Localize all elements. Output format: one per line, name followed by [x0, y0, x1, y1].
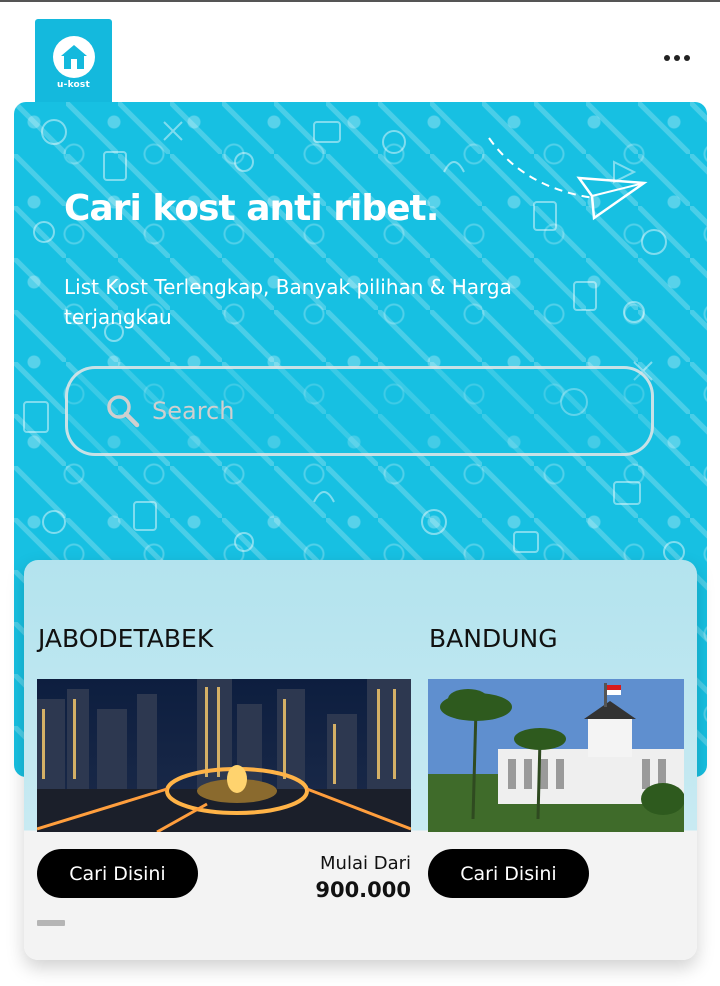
carousel-indicator[interactable]: [37, 920, 65, 926]
cari-disini-button[interactable]: Cari Disini: [37, 849, 198, 898]
logo-text: u-kost: [57, 80, 90, 90]
price-value: 900.000: [315, 878, 411, 902]
price-label: Mulai Dari: [320, 853, 411, 874]
hero-title: Cari kost anti ribet.: [64, 188, 439, 229]
house-icon: [52, 36, 95, 78]
city-name: BANDUNG: [429, 624, 558, 653]
paper-plane-icon: [488, 137, 648, 221]
city-carousel: JABODETABEK Cari Disini Mulai Dari 900.0…: [24, 560, 697, 960]
jakarta-night-roundabout-photo[interactable]: [37, 679, 411, 832]
hero-subtitle: List Kost Terlengkap, Banyak pilihan & H…: [64, 275, 512, 329]
page: u-kost Cari kost anti ribet. List Kost T…: [0, 0, 720, 986]
search-icon: [107, 395, 140, 428]
gedung-sate-photo[interactable]: [428, 679, 684, 832]
cari-disini-button[interactable]: Cari Disini: [428, 849, 589, 898]
city-name: JABODETABEK: [38, 624, 214, 653]
search-input[interactable]: [152, 397, 572, 425]
more-horizontal-icon[interactable]: [664, 48, 690, 68]
price-block: Mulai Dari 900.000: [305, 852, 411, 904]
search-box[interactable]: [65, 366, 654, 456]
logo[interactable]: u-kost: [35, 19, 112, 105]
